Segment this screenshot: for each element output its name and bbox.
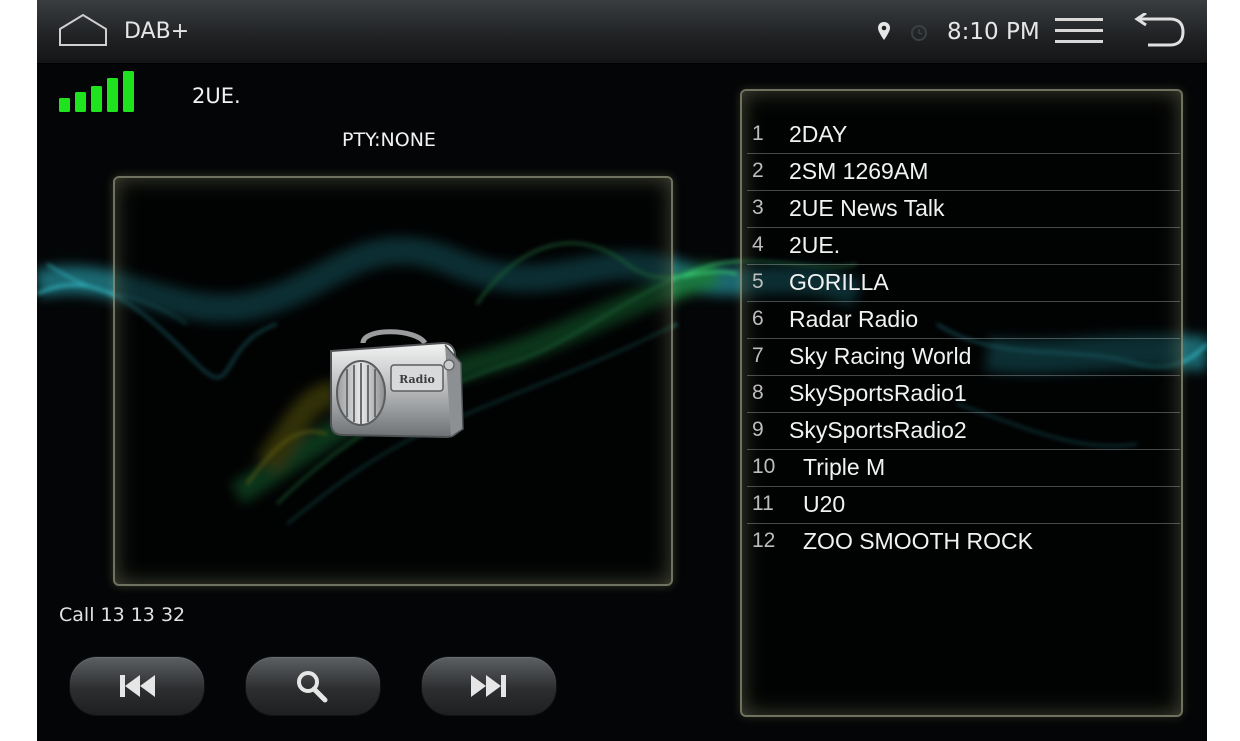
next-station-button[interactable] <box>421 656 557 716</box>
station-item-name: Sky Racing World <box>789 343 972 369</box>
radio-label: Radio <box>399 373 435 386</box>
station-number: 7 <box>752 344 764 367</box>
station-item[interactable]: 4 2UE. <box>747 228 1180 265</box>
current-station-name: 2UE. <box>192 84 241 108</box>
station-number: 10 <box>752 455 776 478</box>
station-number: 11 <box>752 492 774 515</box>
back-icon[interactable] <box>1134 13 1186 49</box>
pty-label: PTY:NONE <box>342 129 436 151</box>
station-item[interactable]: 2 2SM 1269AM <box>747 154 1180 191</box>
location-icon <box>878 22 890 40</box>
station-number: 6 <box>752 307 764 330</box>
station-item-name: 2UE. <box>789 232 841 258</box>
radio-icon: Radio <box>330 329 464 439</box>
signal-strength-icon <box>59 71 134 112</box>
artwork-panel: Radio <box>113 176 673 586</box>
clock-icon <box>911 25 927 41</box>
station-item-name: GORILLA <box>789 269 889 295</box>
station-number: 12 <box>752 529 776 552</box>
status-bar: DAB+ 8:10 PM <box>37 0 1207 64</box>
station-item[interactable]: 8 SkySportsRadio1 <box>747 376 1180 413</box>
dab-radio-screen: DAB+ 8:10 PM 2UE. PTY:NONE Radio Call 13… <box>37 0 1207 741</box>
station-item-name: 2SM 1269AM <box>789 158 929 184</box>
station-item-name: U20 <box>803 491 846 517</box>
station-item-name: 2UE News Talk <box>789 195 945 221</box>
menu-icon[interactable] <box>1055 15 1103 47</box>
station-number: 2 <box>752 159 764 182</box>
station-item-name: Radar Radio <box>789 306 919 332</box>
station-item-name: SkySportsRadio1 <box>789 380 967 406</box>
station-list[interactable]: 1 2DAY 2 2SM 1269AM 3 2UE News Talk 4 2UE. 5… <box>747 117 1180 561</box>
station-item-name: ZOO SMOOTH ROCK <box>803 528 1033 554</box>
home-icon[interactable] <box>57 12 109 48</box>
clock-time: 8:10 PM <box>947 19 1040 45</box>
station-item[interactable]: 10 Triple M <box>747 450 1180 487</box>
station-number: 4 <box>752 233 764 256</box>
dls-text: Call 13 13 32 <box>59 604 186 626</box>
station-item[interactable]: 1 2DAY <box>747 117 1180 154</box>
station-item-name: SkySportsRadio2 <box>789 417 967 443</box>
skip-next-icon <box>471 675 506 697</box>
station-item-name: 2DAY <box>789 121 848 147</box>
station-item[interactable]: 3 2UE News Talk <box>747 191 1180 228</box>
station-number: 1 <box>752 122 764 145</box>
station-item[interactable]: 7 Sky Racing World <box>747 339 1180 376</box>
station-item[interactable]: 6 Radar Radio <box>747 302 1180 339</box>
station-item[interactable]: 12 ZOO SMOOTH ROCK <box>747 524 1180 561</box>
station-item-name: Triple M <box>803 454 886 480</box>
station-number: 8 <box>752 381 764 404</box>
station-number: 3 <box>752 196 764 219</box>
station-number: 9 <box>752 418 764 441</box>
station-item[interactable]: 11 U20 <box>747 487 1180 524</box>
search-icon <box>297 671 328 703</box>
app-title: DAB+ <box>124 19 190 44</box>
station-item[interactable]: 9 SkySportsRadio2 <box>747 413 1180 450</box>
station-list-panel[interactable]: 1 2DAY 2 2SM 1269AM 3 2UE News Talk 4 2UE. 5… <box>740 89 1183 717</box>
previous-station-button[interactable] <box>69 656 205 716</box>
station-item[interactable]: 5 GORILLA <box>747 265 1180 302</box>
station-number: 5 <box>752 270 764 293</box>
scan-search-button[interactable] <box>245 656 381 716</box>
skip-previous-icon <box>120 675 155 697</box>
